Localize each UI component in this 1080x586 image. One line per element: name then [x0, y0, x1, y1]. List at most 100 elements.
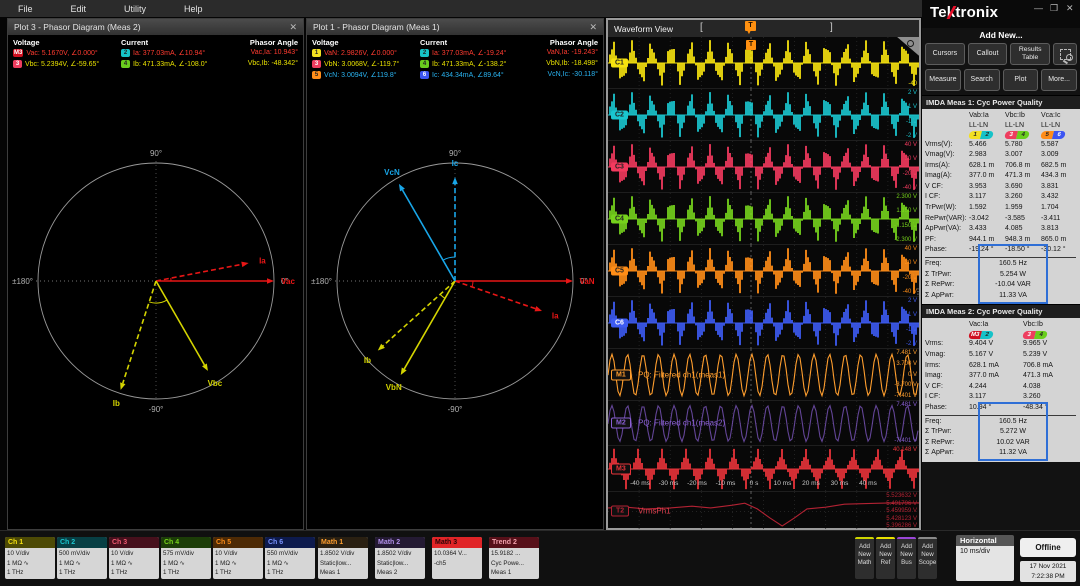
sidebar-button-callout[interactable]: Callout	[967, 43, 1008, 65]
meas1-title-bar[interactable]: IMDA Meas 1: Cyc Power Quality	[922, 95, 1080, 109]
panel-drag-handle[interactable]: ⋮	[914, 287, 922, 296]
channel-badge-ch-3[interactable]: Ch 3 10 V/div 1 MΩ ∿ 1 THz	[109, 537, 159, 579]
channel-badge-ch-1[interactable]: Ch 1 10 V/div 1 MΩ ∿ 1 THz	[5, 537, 55, 579]
channel-badge-M1[interactable]: M1	[611, 369, 631, 380]
meas2-title-bar[interactable]: IMDA Meas 2: Cyc Power Quality	[922, 304, 1080, 319]
channel-badge-M3[interactable]: M3	[611, 463, 631, 474]
channel-badge-C2[interactable]: C2	[611, 110, 628, 119]
waveform-row-C1[interactable]: C1-20-40	[608, 37, 919, 89]
waveform-row-C3[interactable]: C3 40 V 20 V -20 V -40 V	[608, 141, 919, 193]
add-new-scope-button[interactable]: Add New Scope	[918, 537, 937, 579]
meas-row-ApPwrVA: ApPwr(VA): 3.433 4.085 3.813	[925, 224, 1080, 235]
time-axis-label: -40 ms	[630, 480, 650, 487]
horizontal-settings[interactable]: Horizontal 10 ms/div	[956, 535, 1014, 581]
trigger-level-icon[interactable]: T	[746, 40, 756, 50]
meas-row-ICF: I CF: 3.117 3.260 3.432	[925, 192, 1080, 203]
channel-badge-ch-2[interactable]: Ch 2 500 mV/div 1 MΩ ∿ 1 THz	[57, 537, 107, 579]
minimize-icon[interactable]: —	[1034, 3, 1043, 13]
meas-value: 4.244	[969, 382, 987, 390]
plot1-header[interactable]: Plot 1 - Phasor Diagram (Meas 1) ✕	[307, 19, 603, 35]
phasor-label-Ic: Ic	[452, 159, 459, 168]
add-button-line: Add	[900, 543, 912, 550]
zoom-bracket-left[interactable]: [	[700, 22, 703, 33]
channel-badge-trend-2[interactable]: Trend 2 15.9182 ... Cyc Powe... Meas 1	[489, 537, 539, 579]
channel-badge-T2[interactable]: T2	[611, 505, 630, 517]
channel-badge-settings: 1.8502 V/div Static|low... Meas 1	[318, 548, 368, 579]
plot1-close-icon[interactable]: ✕	[589, 22, 597, 33]
time-axis-label: 40 ms	[859, 480, 877, 487]
channel-badge-math-2[interactable]: Math 2 1.8502 V/div Static|low... Meas 2	[375, 537, 425, 579]
menu-item-utility[interactable]: Utility	[124, 4, 146, 14]
meas-value: 628.1 mA	[969, 361, 999, 369]
close-icon[interactable]: ✕	[1066, 3, 1074, 14]
meas-col-Vca:Ic: Vca:Ic LL-LN 5 6	[1040, 111, 1077, 140]
waveform-grid[interactable]: T ⋮ C1-20-40 C2 2 V 1 V -1 V -2 V C3 40 V 20 V -2…	[607, 37, 922, 531]
meas-value: 3.831	[1041, 182, 1059, 190]
phasor-arrowhead	[241, 261, 249, 268]
phasor-angle-readout-value: VbN,Ib: -18.498°	[546, 60, 598, 67]
menu-item-edit[interactable]: Edit	[71, 4, 87, 14]
plot3-header[interactable]: Plot 3 - Phasor Diagram (Meas 2) ✕	[8, 19, 303, 35]
channel-setting-line: 1 THz	[7, 569, 24, 576]
axis-label: -90°	[149, 405, 164, 414]
meas-col-Vbc:Ib: Vbc:Ib 3 4	[1022, 320, 1077, 339]
offline-button[interactable]: Offline	[1020, 538, 1076, 557]
add-new-bus-button[interactable]: Add New Bus	[897, 537, 916, 579]
phasor-label-VaN: VaN	[579, 277, 594, 286]
sidebar-button-results-table[interactable]: Results Table	[1010, 43, 1051, 65]
axis-label: ±180°	[12, 277, 33, 286]
phasor-arrowhead	[452, 177, 458, 185]
channel-badge-C6[interactable]: C6	[611, 318, 628, 327]
phasor-vector-Ib	[122, 280, 157, 384]
waveform-row-M2[interactable]: M2 PQ: Filtered ch1(meas2) 7.481 V -7.401 V	[607, 401, 919, 446]
time-axis-label: -10 ms	[715, 480, 736, 487]
waveform-row-C4[interactable]: C4 2.300 V 1.150 V -1.150 V -2.300 V	[608, 193, 919, 245]
phasor-arrowhead	[534, 306, 543, 312]
waveform-row-C5[interactable]: C5 40 V 20 V -20 V -40 V	[608, 245, 919, 297]
waveform-view-header[interactable]: Waveform View [ ] T ▼	[608, 20, 919, 37]
channel-badge-math-1[interactable]: Math 1 1.8502 V/div Static|low... Meas 1	[318, 537, 368, 579]
meas-row-TrPwrW: TrPwr(W): 1.592 1.959 1.704	[925, 203, 1080, 214]
channel-badge-ch-4[interactable]: Ch 4 575 mV/div 1 MΩ ∿ 1 THz	[161, 537, 211, 579]
axis-label: 90°	[449, 149, 461, 158]
waveform-row-C6[interactable]: C6 2 V 1 V -1 V -2 V	[608, 297, 919, 349]
waveform-row-T2[interactable]: T2 VrmsPh1 5.523632 V 5.491796 V 5.459959 V5…	[607, 492, 919, 531]
plot3-close-icon[interactable]: ✕	[289, 22, 297, 33]
source-badge-M3: M3	[13, 49, 24, 57]
zoom-select-button[interactable]	[1053, 43, 1078, 65]
sidebar-button-more-[interactable]: More...	[1041, 69, 1077, 91]
plot3-title: Plot 3 - Phasor Diagram (Meas 2)	[14, 22, 141, 32]
meas-col-sub: LL-LN	[1005, 121, 1025, 129]
channel-badge-M2[interactable]: M2	[611, 417, 631, 429]
restore-icon[interactable]: ❒	[1050, 3, 1058, 14]
add-new-math-button[interactable]: Add New Math	[855, 537, 874, 579]
meas-value: 3.007	[1005, 151, 1023, 159]
channel-badge-settings: 15.9182 ... Cyc Powe... Meas 1	[489, 548, 539, 579]
angle-arc	[149, 299, 168, 304]
source-badge-6: 6	[420, 71, 429, 79]
scale-label: -7.401 V	[894, 393, 917, 399]
zoom-bracket-right[interactable]: ]	[830, 22, 833, 33]
sidebar-button-search[interactable]: Search	[963, 69, 1000, 91]
add-new-ref-button[interactable]: Add New Ref	[876, 537, 895, 579]
channel-badge-ch-6[interactable]: Ch 6 550 mV/div 1 MΩ ∿ 1 THz	[265, 537, 315, 579]
scale-labels-M2: 7.481 V -7.401 V	[894, 402, 917, 444]
waveform-row-M1[interactable]: M1 PQ: Filtered ch1(meas1) 7.481 V 3.700 V 0…	[607, 349, 919, 401]
channel-setting-line: 1 MΩ ∿	[7, 559, 29, 567]
sidebar-button-measure[interactable]: Measure	[925, 69, 961, 91]
time-axis-label: 20 ms	[802, 480, 820, 487]
sidebar-button-cursors[interactable]: Cursors	[925, 43, 965, 65]
plot1-phasor-area: 90° -90° 0° ±180° VaN Ia VbN Ib VcN Ic	[307, 99, 603, 534]
channel-badge-ch-5[interactable]: Ch 5 10 V/div 1 MΩ ∿ 1 THz	[213, 537, 263, 579]
menu-item-file[interactable]: File	[18, 4, 33, 14]
menu-item-help[interactable]: Help	[184, 4, 203, 14]
channel-badge-math-3[interactable]: Math 3 10.0364 V... -ch5	[432, 537, 482, 579]
channel-badge-C4[interactable]: C4	[611, 214, 628, 223]
channel-badge-C1[interactable]: C1	[611, 58, 628, 67]
voltage-readout: 3 VbN: 3.0068V, ∠-119.7°	[312, 60, 399, 68]
channel-badge-C5[interactable]: C5	[611, 266, 628, 275]
waveform-row-C2[interactable]: C2 2 V 1 V -1 V -2 V	[608, 89, 919, 141]
channel-setting-line: 1 THz	[267, 569, 284, 576]
sidebar-button-plot[interactable]: Plot	[1002, 69, 1039, 91]
channel-badge-C3[interactable]: C3	[611, 162, 628, 171]
